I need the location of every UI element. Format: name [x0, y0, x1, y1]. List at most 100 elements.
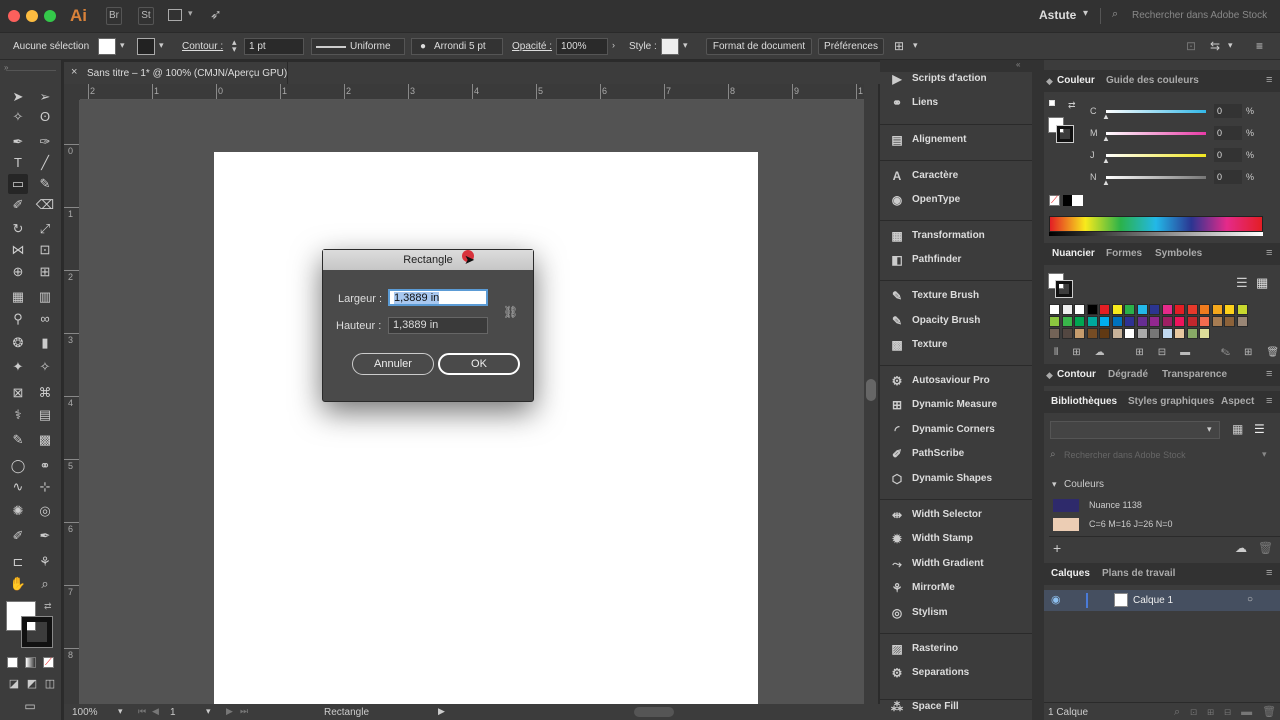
graphic-style-swatch[interactable]	[661, 38, 679, 55]
slider-thumb[interactable]: ▲	[1102, 156, 1110, 165]
tab-shapes[interactable]: Formes	[1106, 243, 1142, 265]
gray-spectrum[interactable]	[1049, 232, 1263, 236]
stroke-label[interactable]: Contour :	[182, 41, 223, 52]
color-swatch[interactable]	[1149, 328, 1160, 339]
plugin-tool-c-icon[interactable]: ⚕	[8, 405, 28, 425]
panel-item-alignement[interactable]: ▤ Alignement	[880, 128, 1032, 152]
panel-item-stylism[interactable]: ◎ Stylism	[880, 601, 1032, 625]
slice-tool-icon[interactable]: ⌘	[35, 383, 55, 403]
color-swatch[interactable]	[1124, 316, 1135, 327]
chevron-down-icon[interactable]: ▾	[1228, 40, 1233, 51]
artboard-number[interactable]: 1	[170, 707, 176, 718]
color-swatch[interactable]	[1236, 316, 1248, 327]
library-dropdown[interactable]: ▾	[1050, 421, 1220, 439]
tab-transparency[interactable]: Transparence	[1162, 364, 1227, 386]
target-icon[interactable]: ○	[1247, 594, 1253, 605]
swatch-grid[interactable]	[1049, 304, 1269, 342]
channel-value-input[interactable]: 0	[1214, 126, 1242, 140]
layer-row[interactable]: ◉ Calque 1 ○	[1044, 590, 1280, 611]
stroke-color-box[interactable]	[1056, 125, 1074, 143]
plugin-tool-a-icon[interactable]: ✦	[8, 357, 28, 377]
panel-item-dynamic-corners[interactable]: ◜ Dynamic Corners	[880, 418, 1032, 442]
panel-menu-icon[interactable]: ≡	[1256, 39, 1263, 53]
horizontal-scroll-thumb[interactable]	[634, 707, 674, 717]
library-color-swatch[interactable]	[1053, 518, 1079, 531]
swap-colors-icon[interactable]: ⇄	[44, 601, 52, 612]
panel-item-width-gradient[interactable]: ⤳ Width Gradient	[880, 552, 1032, 576]
tab-gradient[interactable]: Dégradé	[1108, 364, 1148, 386]
color-swatch[interactable]	[1224, 316, 1235, 327]
color-swatch[interactable]	[1199, 304, 1210, 315]
none-swatch[interactable]: ⟋	[1049, 195, 1060, 206]
grid-view-icon[interactable]: ▦	[1232, 422, 1243, 436]
draw-normal-icon[interactable]: ◪	[4, 674, 24, 694]
none-mode-icon[interactable]: ⟋	[43, 657, 54, 668]
chevron-down-icon[interactable]: ▾	[159, 40, 164, 51]
panel-item-pathfinder[interactable]: ◧ Pathfinder	[880, 248, 1032, 272]
color-swatch[interactable]	[1061, 304, 1073, 315]
zoom-level[interactable]: 100%	[72, 707, 98, 718]
stroke-indicator[interactable]	[1055, 280, 1073, 298]
stroke-swatch[interactable]	[137, 38, 155, 55]
color-swatch[interactable]	[1086, 316, 1098, 327]
panel-menu-icon[interactable]: ≡	[1266, 74, 1272, 86]
swap-colors-icon[interactable]: ⇄	[1068, 100, 1076, 111]
panel-item-space-fill[interactable]: ⁂ Space Fill	[880, 695, 1032, 719]
zoom-tool-icon[interactable]: ⌕	[35, 574, 55, 594]
direct-selection-tool-icon[interactable]: ➢	[35, 87, 55, 107]
layer-actions[interactable]: ⌕⊡⊞⊟▬🗑	[1174, 705, 1280, 719]
color-swatch[interactable]	[1186, 316, 1198, 327]
panel-item-opentype[interactable]: ◉ OpenType	[880, 188, 1032, 212]
visibility-eye-icon[interactable]: ◉	[1051, 593, 1061, 606]
brush-definition[interactable]: ● Arrondi 5 pt	[411, 38, 503, 55]
rectangle-tool-icon[interactable]: ▭	[8, 174, 28, 194]
chevron-down-icon[interactable]: ▾	[188, 8, 193, 19]
chevron-right-icon[interactable]: ›	[612, 40, 615, 50]
color-swatch[interactable]	[1111, 328, 1123, 339]
library-search-input[interactable]: Rechercher dans Adobe Stock	[1064, 450, 1186, 460]
chevron-down-icon[interactable]: ▾	[206, 706, 211, 717]
line-tool-icon[interactable]: ╱	[35, 153, 55, 173]
layer-name[interactable]: Calque 1	[1133, 595, 1173, 606]
add-to-library-icon[interactable]: +	[1053, 540, 1061, 556]
tab-swatches[interactable]: Nuancier	[1052, 243, 1095, 265]
transform-options-icon[interactable]: ⇆	[1210, 39, 1220, 53]
tab-appearance[interactable]: Aspect	[1221, 391, 1254, 413]
document-tab[interactable]: × Sans titre – 1* @ 100% (CMJN/Aperçu GP…	[64, 62, 288, 84]
tab-symbols[interactable]: Symboles	[1155, 243, 1202, 265]
color-swatch[interactable]	[1086, 328, 1098, 339]
plugin-tool-i-icon[interactable]: ⊹	[35, 477, 55, 497]
plugin-tool-b-icon[interactable]: ✧	[35, 357, 55, 377]
curvature-tool-icon[interactable]: ✑	[35, 132, 55, 152]
color-swatch[interactable]	[1149, 316, 1160, 327]
library-color-swatch[interactable]	[1053, 499, 1079, 512]
variable-width-profile[interactable]: Uniforme	[311, 38, 405, 55]
panel-menu-icon[interactable]: ≡	[1266, 567, 1272, 579]
scroll-thumb[interactable]	[866, 379, 876, 401]
color-swatch[interactable]	[1211, 316, 1223, 327]
panel-item-width-stamp[interactable]: ✹ Width Stamp	[880, 527, 1032, 551]
color-swatch[interactable]	[1211, 304, 1223, 315]
color-swatch[interactable]	[1086, 304, 1098, 315]
panel-item-width-selector[interactable]: ⇹ Width Selector	[880, 503, 1032, 527]
color-mode-icon[interactable]	[7, 657, 18, 668]
color-swatch[interactable]	[1049, 316, 1060, 327]
bridge-button[interactable]: Br	[106, 7, 122, 25]
tab-layers[interactable]: Calques	[1051, 563, 1090, 585]
channel-value-input[interactable]: 0	[1214, 148, 1242, 162]
close-tab-icon[interactable]: ×	[71, 66, 77, 78]
color-swatch[interactable]	[1074, 328, 1085, 339]
plugin-tool-l-icon[interactable]: ✐	[8, 526, 28, 546]
list-view-icon[interactable]: ☰	[1236, 275, 1248, 291]
swatch-actions[interactable]: ⫴⊞☁ ⊞⊟▬ ✎⊞🗑	[1054, 347, 1280, 358]
rotate-tool-icon[interactable]: ↻	[8, 219, 28, 239]
constrain-proportions-icon[interactable]: ⛓	[503, 305, 518, 319]
panel-item-separations[interactable]: ⚙ Separations	[880, 661, 1032, 685]
gpu-performance-icon[interactable]: ➶	[210, 6, 222, 23]
plugin-tool-n-icon[interactable]: ⊏	[8, 552, 28, 572]
vertical-ruler[interactable]: 0 1 2 3 4 5 6 7 8	[64, 100, 80, 704]
plugin-tool-k-icon[interactable]: ◎	[35, 501, 55, 521]
panel-item-dynamic-measure[interactable]: ⊞ Dynamic Measure	[880, 393, 1032, 417]
color-swatch[interactable]	[1099, 304, 1110, 315]
color-swatch[interactable]	[1099, 328, 1110, 339]
